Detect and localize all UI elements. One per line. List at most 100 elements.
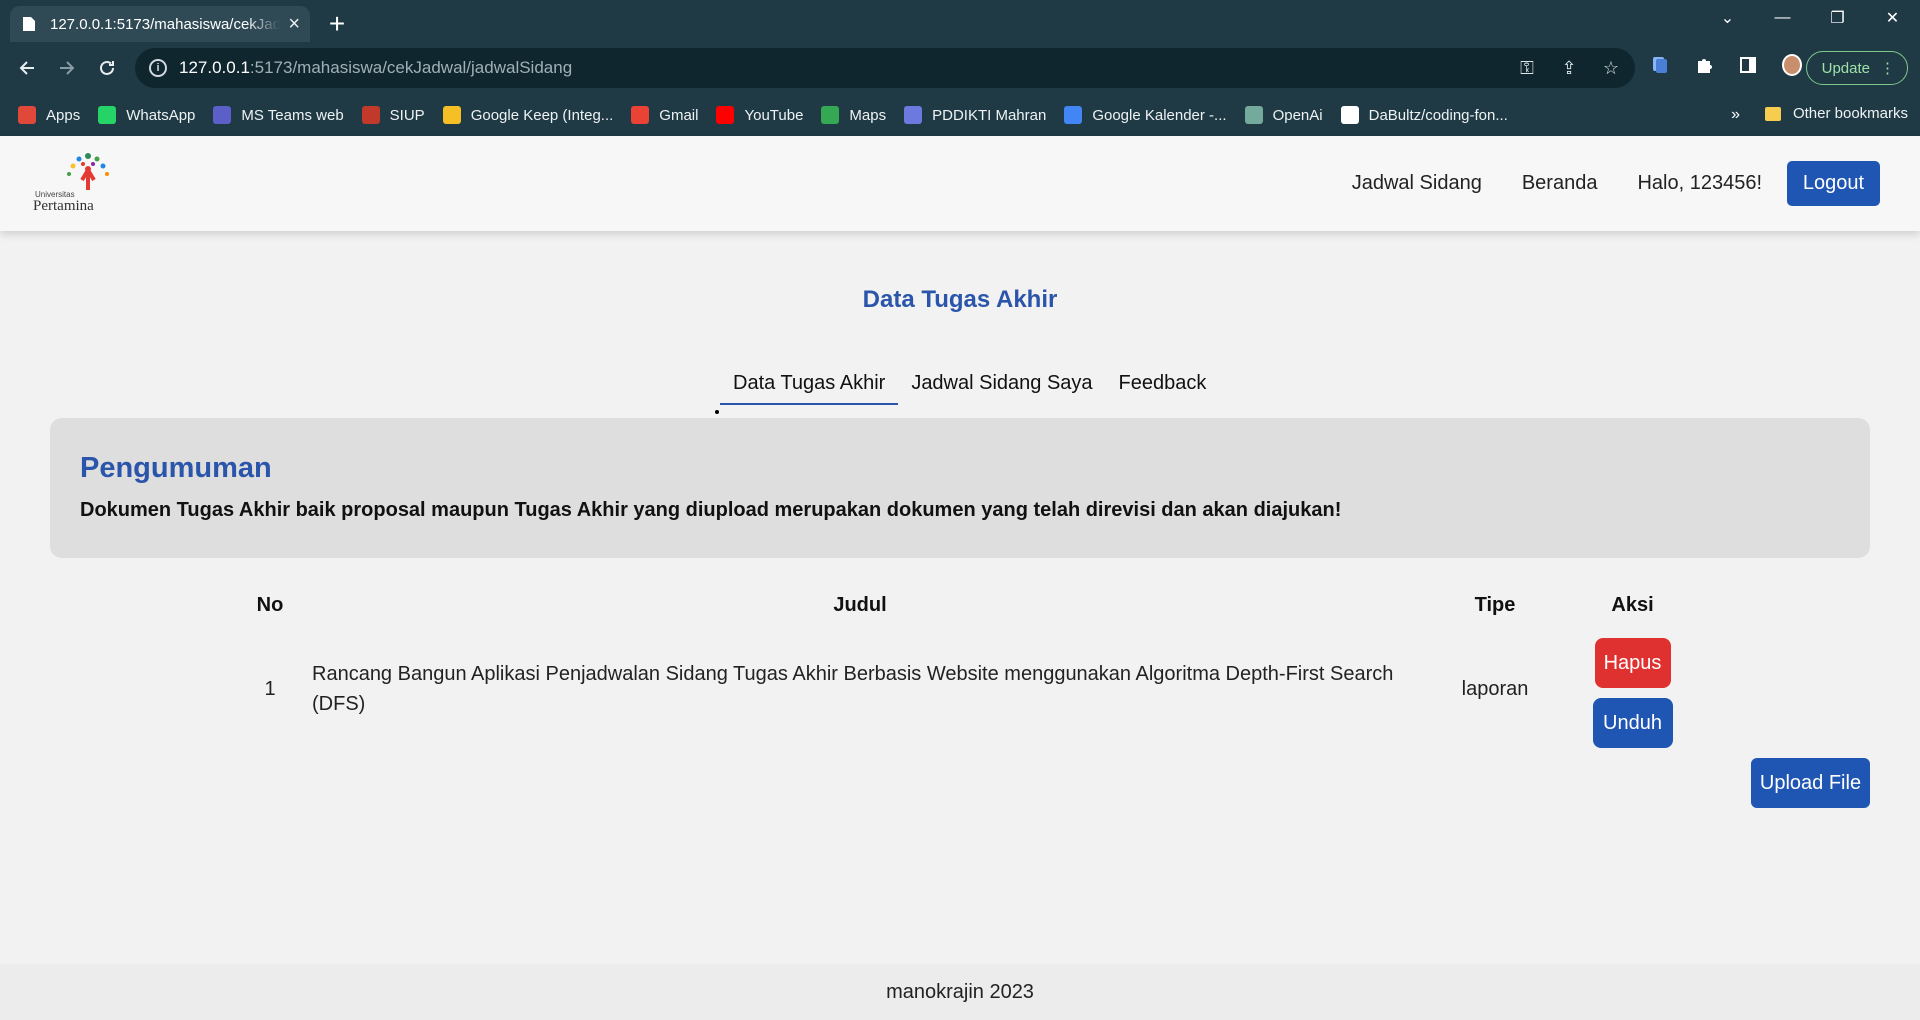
tab-feedback[interactable]: Feedback <box>1106 372 1220 405</box>
gmail-icon <box>631 106 650 124</box>
site-navbar: Universitas Pertamina Jadwal Sidang Bera… <box>0 136 1920 231</box>
tab-search-icon[interactable]: ⌄ <box>1700 0 1755 36</box>
teams-icon <box>213 106 232 124</box>
bookmark-item[interactable]: Google Kalender -... <box>1064 106 1227 124</box>
bookmarks-overflow-icon[interactable]: » <box>1731 106 1740 124</box>
announcement-box: Pengumuman Dokumen Tugas Akhir baik prop… <box>50 418 1870 558</box>
url-text[interactable]: 127.0.0.1:5173/mahasiswa/cekJadwal/jadwa… <box>179 58 1517 78</box>
bookmark-label: PDDIKTI Mahran <box>932 106 1047 124</box>
address-bar[interactable]: i 127.0.0.1:5173/mahasiswa/cekJadwal/jad… <box>135 48 1635 88</box>
window-controls: ⌄ — ❐ ✕ <box>1700 0 1920 36</box>
bookmark-item[interactable]: WhatsApp <box>98 106 195 124</box>
key-icon[interactable]: ⚿ <box>1517 58 1537 79</box>
tab-data-tugas-akhir[interactable]: Data Tugas Akhir <box>720 372 899 405</box>
bookmark-label: OpenAi <box>1272 106 1323 124</box>
extensions-area <box>1650 54 1802 76</box>
side-panel-icon[interactable] <box>1738 54 1758 76</box>
forward-icon[interactable] <box>47 48 87 88</box>
header-aksi: Aksi <box>1611 593 1654 616</box>
profile-avatar[interactable] <box>1782 54 1802 76</box>
table-header-row: No Judul Tipe Aksi <box>240 580 1695 630</box>
maps-icon <box>821 106 840 124</box>
bookmark-item[interactable]: SIUP <box>361 106 425 124</box>
update-label: Update <box>1821 59 1870 77</box>
bookmark-item[interactable]: DaBultz/coding-fon... <box>1340 106 1508 124</box>
upload-file-button[interactable]: Upload File <box>1751 758 1870 808</box>
browser-tab[interactable]: 127.0.0.1:5173/mahasiswa/cekJadwal/jadwa… <box>10 6 310 42</box>
reload-icon[interactable] <box>87 48 127 88</box>
bookmark-label: SIUP <box>389 106 425 124</box>
unduh-button[interactable]: Unduh <box>1592 698 1673 748</box>
restore-icon[interactable]: ❐ <box>1810 0 1865 36</box>
bookmark-label: DaBultz/coding-fon... <box>1368 106 1508 124</box>
other-bookmarks[interactable]: Other bookmarks <box>1747 105 1908 122</box>
row-actions: Hapus Unduh <box>1570 630 1695 748</box>
tab-strip: 127.0.0.1:5173/mahasiswa/cekJadwal/jadwa… <box>0 0 1920 42</box>
whatsapp-icon <box>98 106 117 124</box>
page-title: Data Tugas Akhir <box>862 286 1058 313</box>
tab-title: 127.0.0.1:5173/mahasiswa/cekJadwal/jadwa… <box>50 15 281 33</box>
tab-jadwal-sidang-saya[interactable]: Jadwal Sidang Saya <box>898 372 1105 405</box>
university-logo[interactable]: Universitas Pertamina <box>33 153 123 216</box>
browser-toolbar: i 127.0.0.1:5173/mahasiswa/cekJadwal/jad… <box>0 42 1920 94</box>
minimize-icon[interactable]: — <box>1755 0 1810 36</box>
bookmark-item[interactable]: YouTube <box>716 106 803 124</box>
apps-grid-icon <box>18 106 36 124</box>
github-icon <box>1340 106 1359 124</box>
update-button[interactable]: Update ⋮ <box>1805 51 1908 85</box>
bookmark-label: Maps <box>849 106 887 124</box>
new-tab-icon[interactable]: + <box>322 8 352 40</box>
header-no: No <box>256 593 284 616</box>
calendar-icon <box>1064 106 1083 124</box>
bookmarks-bar: Apps WhatsApp MS Teams web SIUP Google Keep … <box>0 94 1920 136</box>
puzzle-icon[interactable] <box>1694 54 1714 76</box>
back-icon[interactable] <box>7 48 47 88</box>
announcement-heading: Pengumuman <box>80 452 272 484</box>
nav-link-jadwal-sidang[interactable]: Jadwal Sidang <box>1352 172 1482 195</box>
close-window-icon[interactable]: ✕ <box>1865 0 1920 36</box>
user-greeting: Halo, 123456! <box>1637 172 1762 194</box>
bookmark-label: Apps <box>46 106 81 124</box>
list-bullet <box>715 410 719 414</box>
folder-icon <box>1764 106 1781 121</box>
bookmark-label: Google Keep (Integ... <box>470 106 614 124</box>
bookmark-item[interactable]: Gmail <box>631 106 698 124</box>
bookmark-item[interactable]: OpenAi <box>1244 106 1323 124</box>
logo-text: Pertamina <box>33 198 94 214</box>
bookmark-label: Gmail <box>659 106 699 124</box>
bookmark-item[interactable]: Maps <box>821 106 886 124</box>
header-judul: Judul <box>833 593 887 616</box>
bookmark-item[interactable]: Google Keep (Integ... <box>442 106 614 124</box>
nav-links: Jadwal Sidang Beranda Halo, 123456! Logo… <box>1352 161 1880 206</box>
footer-text: manokrajin 2023 <box>886 981 1034 1003</box>
bookmark-label: YouTube <box>744 106 804 124</box>
web-page: Universitas Pertamina Jadwal Sidang Bera… <box>0 136 1920 1020</box>
thesis-table: No Judul Tipe Aksi 1 Rancang Bangun Apli… <box>240 580 1695 748</box>
content-tabs: Data Tugas Akhir Jadwal Sidang Saya Feed… <box>720 372 1219 405</box>
announcement-text: Dokumen Tugas Akhir baik proposal maupun… <box>80 499 1342 521</box>
hapus-button[interactable]: Hapus <box>1594 638 1671 688</box>
other-bookmarks-label: Other bookmarks <box>1792 105 1908 122</box>
bookmark-item[interactable]: Apps <box>18 106 80 124</box>
footer: manokrajin 2023 <box>0 964 1920 1020</box>
bookmark-label: Google Kalender -... <box>1092 106 1227 124</box>
bookmark-item[interactable]: MS Teams web <box>213 106 344 124</box>
header-tipe: Tipe <box>1474 593 1516 616</box>
tab-close-icon[interactable]: × <box>288 13 300 36</box>
row-judul: Rancang Bangun Aplikasi Penjadwalan Sida… <box>312 663 1394 715</box>
share-icon[interactable]: ⇪ <box>1559 58 1579 79</box>
youtube-icon <box>716 106 735 124</box>
more-menu-icon: ⋮ <box>1880 60 1895 77</box>
site-info-icon[interactable]: i <box>149 59 167 77</box>
extension-icon[interactable] <box>1650 54 1670 76</box>
pddikti-icon <box>904 106 923 124</box>
page-favicon-icon <box>20 15 38 33</box>
browser-chrome: 127.0.0.1:5173/mahasiswa/cekJadwal/jadwa… <box>0 0 1920 136</box>
row-no: 1 <box>264 677 276 700</box>
nav-link-beranda[interactable]: Beranda <box>1522 172 1598 195</box>
openai-icon <box>1244 106 1263 124</box>
logout-button[interactable]: Logout <box>1787 161 1880 206</box>
bookmark-star-icon[interactable]: ☆ <box>1601 58 1621 79</box>
bookmark-item[interactable]: PDDIKTI Mahran <box>904 106 1046 124</box>
siup-icon <box>361 106 380 124</box>
